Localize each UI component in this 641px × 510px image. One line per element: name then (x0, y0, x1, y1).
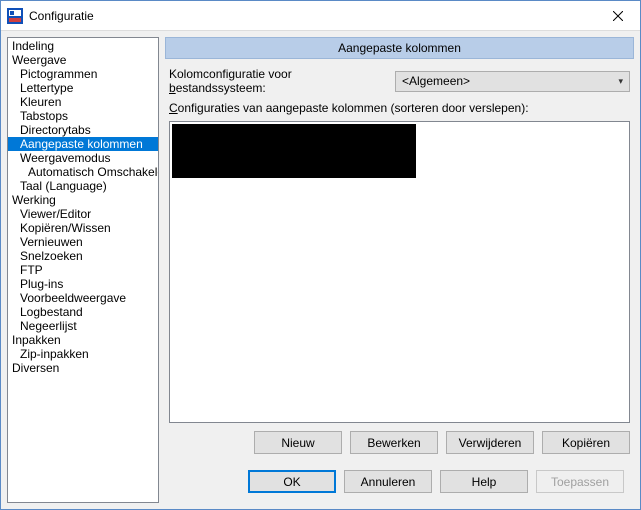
configs-label: Configuraties van aangepaste kolommen (s… (165, 101, 634, 115)
list-button-row: Nieuw Bewerken Verwijderen Kopiëren (165, 429, 634, 456)
panel-header: Aangepaste kolommen (165, 37, 634, 59)
tree-item[interactable]: Aangepaste kolommen (8, 137, 158, 151)
ok-button[interactable]: OK (248, 470, 336, 493)
tree-item[interactable]: Pictogrammen (8, 67, 158, 81)
tree-item[interactable]: Diversen (8, 361, 158, 375)
filesystem-dropdown[interactable]: <Algemeen> ▾ (395, 71, 630, 92)
tree-item[interactable]: Logbestand (8, 305, 158, 319)
apply-button: Toepassen (536, 470, 624, 493)
dialog-footer: OK Annuleren Help Toepassen (165, 462, 634, 503)
tree-item[interactable]: Weergave (8, 53, 158, 67)
tree-item[interactable]: Snelzoeken (8, 249, 158, 263)
tree-item[interactable]: Inpakken (8, 333, 158, 347)
filesystem-dropdown-value: <Algemeen> (402, 74, 618, 88)
right-panel: Aangepaste kolommen Kolomconfiguratie vo… (165, 37, 634, 503)
copy-button[interactable]: Kopiëren (542, 431, 630, 454)
new-button[interactable]: Nieuw (254, 431, 342, 454)
tree-item[interactable]: Negeerlijst (8, 319, 158, 333)
list-item[interactable] (172, 124, 416, 178)
app-icon (7, 8, 23, 24)
tree-item[interactable]: Viewer/Editor (8, 207, 158, 221)
config-window: Configuratie IndelingWeergavePictogramme… (0, 0, 641, 510)
edit-button[interactable]: Bewerken (350, 431, 438, 454)
tree-item[interactable]: Werking (8, 193, 158, 207)
delete-button[interactable]: Verwijderen (446, 431, 534, 454)
cancel-button[interactable]: Annuleren (344, 470, 432, 493)
tree-item[interactable]: Indeling (8, 39, 158, 53)
tree-item[interactable]: Voorbeeldweergave (8, 291, 158, 305)
tree-item[interactable]: Vernieuwen (8, 235, 158, 249)
window-title: Configuratie (29, 9, 595, 23)
close-icon (613, 11, 623, 21)
tree-item[interactable]: FTP (8, 263, 158, 277)
columns-listbox[interactable] (169, 121, 630, 423)
titlebar: Configuratie (1, 1, 640, 31)
tree-item[interactable]: Lettertype (8, 81, 158, 95)
tree-item[interactable]: Plug-ins (8, 277, 158, 291)
close-button[interactable] (595, 1, 640, 31)
tree-item[interactable]: Weergavemodus (8, 151, 158, 165)
tree-item[interactable]: Zip-inpakken (8, 347, 158, 361)
tree-item[interactable]: Automatisch Omschakelen M (8, 165, 158, 179)
help-button[interactable]: Help (440, 470, 528, 493)
tree-item[interactable]: Taal (Language) (8, 179, 158, 193)
filesystem-row: Kolomconfiguratie voor bestandssysteem: … (165, 65, 634, 95)
tree-item[interactable]: Kopiëren/Wissen (8, 221, 158, 235)
panel-header-text: Aangepaste kolommen (338, 41, 461, 55)
filesystem-label: Kolomconfiguratie voor bestandssysteem: (169, 67, 387, 95)
tree-item[interactable]: Kleuren (8, 95, 158, 109)
chevron-down-icon: ▾ (618, 76, 623, 87)
category-tree[interactable]: IndelingWeergavePictogrammenLettertypeKl… (7, 37, 159, 503)
tree-item[interactable]: Directorytabs (8, 123, 158, 137)
tree-item[interactable]: Tabstops (8, 109, 158, 123)
dialog-body: IndelingWeergavePictogrammenLettertypeKl… (1, 31, 640, 509)
